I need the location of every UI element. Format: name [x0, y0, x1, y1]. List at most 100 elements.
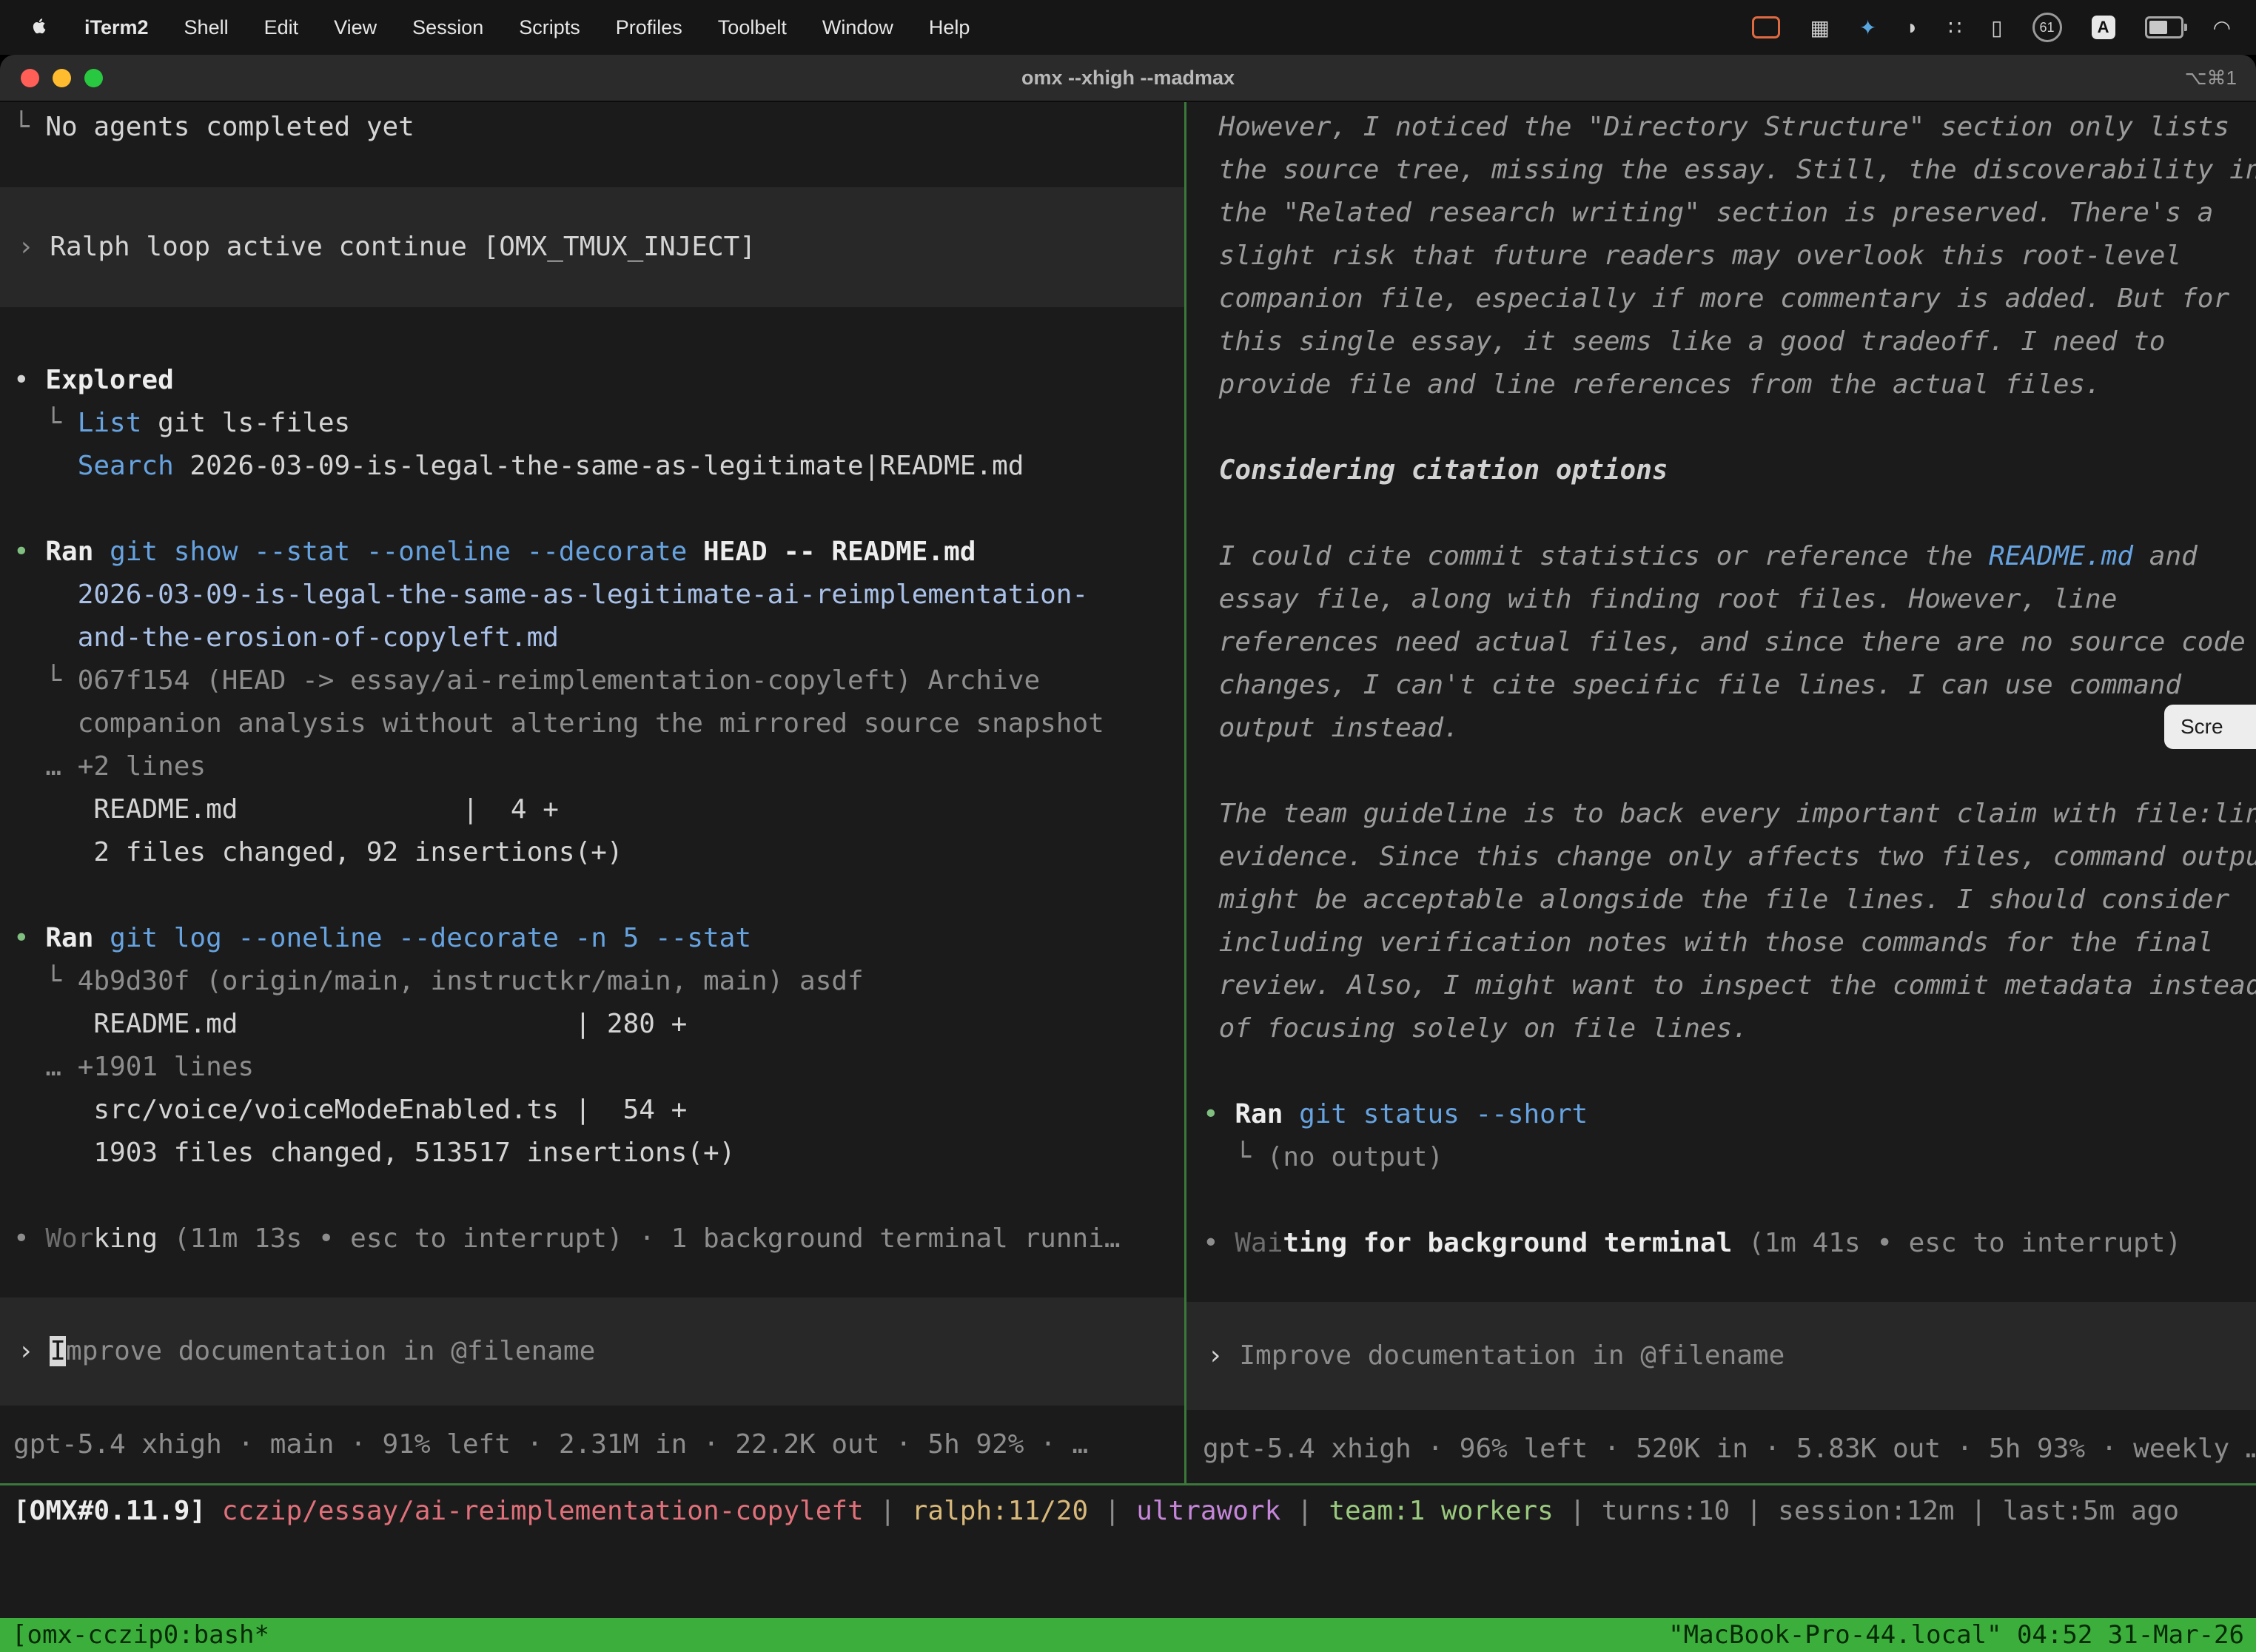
- terminal-line: companion analysis without altering the …: [13, 702, 1184, 745]
- terminal-line: gpt-5.4 xhigh · main · 91% left · 2.31M …: [13, 1423, 1184, 1466]
- terminal-line: README.md | 280 +: [13, 1003, 1184, 1046]
- text-segment: references need actual files, and since …: [1203, 627, 2246, 657]
- text-segment: •: [1203, 1099, 1235, 1129]
- right-terminal-pane[interactable]: However, I noticed the "Directory Struct…: [1186, 102, 2256, 1483]
- prompt-input[interactable]: › Improve documentation in @filename: [0, 1297, 1184, 1406]
- text-segment: | turns:10 | session:12m | last:5m ago: [1554, 1496, 2179, 1526]
- terminal-line: changes, I can't cite specific file line…: [1203, 664, 2256, 707]
- text-segment: ›: [18, 232, 50, 262]
- terminal-line: gpt-5.4 xhigh · 96% left · 520K in · 5.8…: [1203, 1428, 2256, 1471]
- text-segment: The team guideline is to back every impo…: [1203, 799, 2256, 829]
- keyboard-layout-icon[interactable]: A: [2092, 16, 2115, 39]
- text-segment: Ralph loop active continue [OMX_TMUX_INJ…: [50, 232, 756, 262]
- text-segment: including verification notes with those …: [1203, 927, 2213, 958]
- text-segment: mprove documentation in @filename: [66, 1336, 595, 1366]
- window-title: omx --xhigh --madmax: [0, 55, 2256, 101]
- text-segment: and-the-erosion-of-copyleft.md: [13, 622, 559, 653]
- text-segment: companion analysis without altering the …: [13, 708, 1104, 739]
- text-segment: [13, 451, 78, 481]
- text-segment: 1903 files changed, 513517 insertions(+): [13, 1138, 735, 1168]
- screen-recording-icon[interactable]: [1752, 16, 1780, 38]
- wifi-icon[interactable]: ◠: [2213, 16, 2231, 40]
- menu-item-scripts[interactable]: Scripts: [519, 16, 580, 39]
- text-segment: 2 files changed, 92 insertions(+): [13, 837, 623, 867]
- text-segment: However, I noticed the "Directory Struct…: [1203, 112, 2229, 142]
- text-segment: Ran: [1235, 1099, 1283, 1129]
- text-segment: |: [864, 1496, 912, 1526]
- terminal-line: essay file, along with finding root file…: [1203, 578, 2256, 621]
- terminal-line: [1203, 406, 2256, 449]
- battery-gauge-icon[interactable]: 61: [2032, 13, 2062, 42]
- menu-item-window[interactable]: Window: [822, 16, 893, 39]
- terminal-line: README.md | 4 +: [13, 788, 1184, 831]
- menu-item-session[interactable]: Session: [412, 16, 483, 39]
- injected-prompt-box[interactable]: › Ralph loop active continue [OMX_TMUX_I…: [0, 187, 1184, 307]
- text-segment: evidence. Since this change only affects…: [1203, 842, 2256, 872]
- window-manager-icon[interactable]: ▦: [1810, 16, 1829, 40]
- menu-item-help[interactable]: Help: [929, 16, 970, 39]
- text-segment: •: [1203, 1228, 1235, 1258]
- text-segment: provide file and line references from th…: [1203, 369, 2101, 400]
- text-segment: 2026-03-09-is-legal-the-same-as-legitima…: [13, 580, 1088, 610]
- terminal-line: Considering citation options: [1203, 449, 2256, 492]
- text-segment: README.md | 4 +: [13, 794, 559, 825]
- menu-item-view[interactable]: View: [334, 16, 377, 39]
- terminal-line: the source tree, missing the essay. Stil…: [1203, 149, 2256, 192]
- menu-item-edit[interactable]: Edit: [264, 16, 299, 39]
- terminal-line: └ No agents completed yet: [13, 106, 1184, 149]
- window-shortcut-badge: ⌥⌘1: [2185, 55, 2237, 101]
- menu-items: iTerm2 Shell Edit View Session Scripts Profile…: [0, 15, 970, 40]
- menu-item-shell[interactable]: Shell: [184, 16, 229, 39]
- tmux-panes: └ No agents completed yet › Ralph loop ac…: [0, 102, 2256, 1483]
- terminal-line: … +2 lines: [13, 745, 1184, 788]
- menu-item-toolbelt[interactable]: Toolbelt: [718, 16, 787, 39]
- text-segment: git status --short: [1283, 1099, 1588, 1129]
- terminal-line: 1903 files changed, 513517 insertions(+): [13, 1132, 1184, 1175]
- apple-logo-icon[interactable]: [30, 15, 49, 40]
- text-segment: └ 067f154 (HEAD -> essay/ai-reimplementa…: [13, 665, 1040, 696]
- prompt-text: › Ralph loop active continue [OMX_TMUX_I…: [18, 226, 1184, 269]
- dark-app-icon[interactable]: ◗: [1906, 16, 1918, 39]
- terminal-line: companion file, especially if more comme…: [1203, 278, 2256, 320]
- terminal-line: src/voice/voiceModeEnabled.ts | 54 +: [13, 1089, 1184, 1132]
- macos-menu-bar: iTerm2 Shell Edit View Session Scripts Profile…: [0, 0, 2256, 55]
- text-segment: No agents completed yet: [45, 112, 414, 142]
- menu-item-profiles[interactable]: Profiles: [616, 16, 682, 39]
- terminal-line: • Explored: [13, 359, 1184, 402]
- left-terminal-pane[interactable]: └ No agents completed yet › Ralph loop ac…: [0, 102, 1184, 1483]
- phone-icon[interactable]: ▯: [1991, 16, 2002, 40]
- text-segment: Ran: [45, 537, 93, 567]
- menu-item-iterm2[interactable]: iTerm2: [84, 16, 149, 39]
- battery-icon[interactable]: [2145, 16, 2183, 38]
- terminal-line: [1203, 750, 2256, 793]
- terminal-line: including verification notes with those …: [1203, 921, 2256, 964]
- terminal-line: Search 2026-03-09-is-legal-the-same-as-l…: [13, 445, 1184, 488]
- screen-tooltip[interactable]: Scre: [2164, 705, 2256, 749]
- text-segment: HEAD -- README.md: [687, 537, 976, 567]
- text-segment: slight risk that future readers may over…: [1203, 241, 2181, 271]
- tmux-host-clock-label: "MacBook-Pro-44.local" 04:52 31-Mar-26: [1668, 1620, 2244, 1650]
- text-segment: gpt-5.4 xhigh · main · 91% left · 2.31M …: [13, 1429, 1088, 1460]
- terminal-line: output instead.: [1203, 707, 2256, 750]
- terminal-line: and-the-erosion-of-copyleft.md: [13, 617, 1184, 659]
- text-segment: output instead.: [1203, 713, 1460, 743]
- text-segment: … +1901 lines: [13, 1052, 254, 1082]
- prompt-input[interactable]: › Improve documentation in @filename: [1186, 1302, 2256, 1410]
- blue-app-icon[interactable]: ✦: [1859, 16, 1876, 40]
- text-segment: git show --stat --oneline --decorate: [93, 537, 687, 567]
- text-segment: 2026-03-09-is-legal-the-same-as-legitima…: [174, 451, 1024, 481]
- terminal-line: [13, 1175, 1184, 1218]
- terminal-line: However, I noticed the "Directory Struct…: [1203, 106, 2256, 149]
- text-segment: gpt-5.4 xhigh · 96% left · 520K in · 5.8…: [1203, 1434, 2256, 1464]
- terminal-line: [1203, 1050, 2256, 1093]
- terminal-line: 2 files changed, 92 insertions(+): [13, 831, 1184, 874]
- text-segment: List: [78, 408, 142, 438]
- terminal-line: [1203, 1179, 2256, 1222]
- text-segment: Explored: [45, 365, 173, 395]
- terminal-line: • Ran git show --stat --oneline --decora…: [13, 531, 1184, 574]
- window-title-bar[interactable]: omx --xhigh --madmax ⌥⌘1: [0, 55, 2256, 102]
- more-apps-icon[interactable]: ∷: [1948, 16, 1961, 40]
- text-segment: |: [1280, 1496, 1329, 1526]
- terminal-line: └ 4b9d30f (origin/main, instructkr/main,…: [13, 960, 1184, 1003]
- text-segment: ›: [1207, 1340, 1239, 1371]
